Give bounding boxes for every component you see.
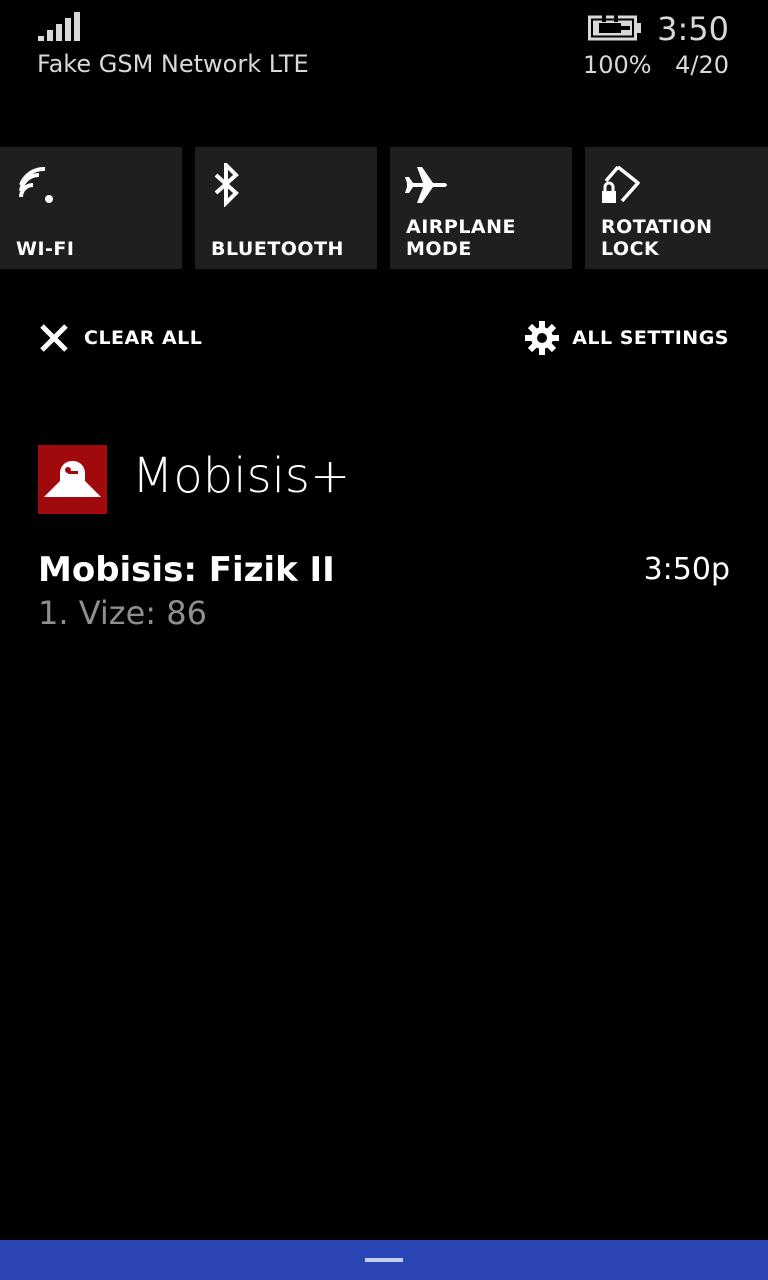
app-name: Mobisis+	[132, 448, 351, 504]
quick-action-label: WI-FI	[16, 238, 75, 260]
gear-icon	[525, 321, 560, 355]
notification-body: 1. Vize: 86	[38, 594, 207, 632]
status-bar: Fake GSM Network LTE 100% 3:50 4/20	[0, 0, 768, 100]
bluetooth-icon	[214, 163, 239, 207]
clear-all-button[interactable]: CLEAR ALL	[38, 318, 202, 358]
battery-charging-icon	[588, 14, 641, 41]
quick-action-label: ROTATION LOCK	[601, 216, 713, 260]
quick-action-airplane-mode[interactable]: AIRPLANE MODE	[390, 147, 572, 269]
all-settings-button[interactable]: ALL SETTINGS	[524, 318, 729, 358]
status-time: 3:50	[657, 10, 729, 48]
rotation-lock-icon	[602, 165, 640, 203]
app-logo	[38, 445, 107, 514]
quick-action-rotation-lock[interactable]: ROTATION LOCK	[585, 147, 768, 269]
quick-actions: WI-FI BLUETOOTH AIRPLANE MODE ROTATION L…	[0, 147, 768, 269]
quick-action-label: BLUETOOTH	[211, 238, 344, 260]
all-settings-label: ALL SETTINGS	[572, 327, 729, 349]
signal-bars-icon	[38, 12, 80, 41]
quick-action-label: AIRPLANE MODE	[406, 216, 517, 260]
clear-all-label: CLEAR ALL	[84, 327, 203, 349]
battery-percentage: 100%	[583, 51, 652, 79]
drag-handle-icon	[365, 1258, 403, 1262]
quick-action-bluetooth[interactable]: BLUETOOTH	[195, 147, 377, 269]
action-center-handle-bar[interactable]	[0, 1240, 768, 1280]
wifi-icon	[19, 166, 53, 203]
notification-item[interactable]: Mobisis: Fizik II 3:50p 1. Vize: 86	[38, 550, 730, 640]
notification-time: 3:50p	[643, 552, 730, 587]
network-name: Fake GSM Network LTE	[37, 50, 309, 78]
notification-title: Mobisis: Fizik II	[38, 550, 335, 590]
status-date: 4/20	[675, 51, 729, 79]
quick-action-wifi[interactable]: WI-FI	[0, 147, 182, 269]
airplane-icon	[405, 167, 447, 203]
close-icon	[40, 324, 68, 352]
